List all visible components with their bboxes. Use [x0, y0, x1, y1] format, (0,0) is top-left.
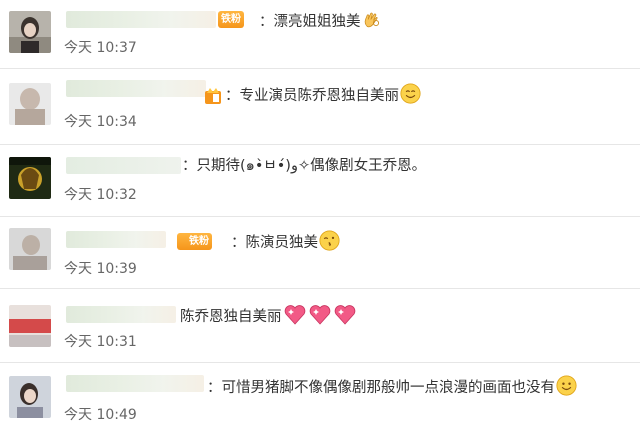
timestamp: 今天 10:37 [64, 40, 137, 56]
divider [0, 288, 640, 289]
heart-icon [334, 305, 355, 325]
avatar[interactable] [9, 83, 51, 125]
level-badge-icon [205, 88, 221, 104]
avatar[interactable] [9, 305, 51, 347]
timestamp: 今天 10:31 [64, 334, 137, 350]
avatar[interactable] [9, 157, 51, 199]
comment-text: ：只期待(๑•̀ㅂ•́)و✧偶像剧女王乔恩。 [182, 158, 427, 174]
heart-icon [309, 305, 330, 325]
hearts-emoji [284, 305, 305, 325]
divider [0, 144, 640, 145]
smile-emoji [400, 83, 421, 104]
comment-text: 陈乔恩独自美丽 [180, 303, 357, 327]
comment-text: ：专业演员陈乔恩独自美丽 [225, 83, 421, 106]
comment-text: ：可惜男猪脚不像偶像剧那般帅一点浪漫的画面也没有 [207, 375, 577, 398]
comment-text: ：陈演员独美 [231, 230, 340, 253]
username-blurred[interactable] [66, 375, 204, 392]
avatar-image [9, 83, 51, 125]
kiss-emoji [319, 230, 340, 251]
timestamp: 今天 10:32 [64, 187, 137, 203]
avatar[interactable] [9, 11, 51, 53]
divider [0, 216, 640, 217]
username-blurred[interactable] [66, 306, 176, 323]
fan-badge: 铁粉 [177, 233, 212, 250]
username-blurred[interactable] [66, 157, 181, 174]
timestamp: 今天 10:34 [64, 114, 137, 130]
fan-badge: 铁粉 [218, 11, 244, 28]
avatar-image [9, 157, 51, 199]
smile-emoji [556, 375, 577, 396]
avatar[interactable] [9, 376, 51, 418]
avatar-image [9, 305, 51, 347]
comment-list: 铁粉 ：漂亮姐姐独美 今天 10:37 ：专业演员陈乔恩独自美丽 今天 10:3… [0, 0, 640, 433]
divider [0, 362, 640, 363]
comment-text: ：漂亮姐姐独美 [259, 9, 383, 32]
avatar-image [9, 11, 51, 53]
timestamp: 今天 10:49 [64, 407, 137, 423]
avatar-image [9, 376, 51, 418]
username-blurred[interactable] [66, 80, 206, 97]
username-blurred[interactable] [66, 231, 166, 248]
ok-hand-emoji [364, 12, 379, 28]
username-blurred[interactable] [66, 11, 216, 28]
avatar[interactable] [9, 228, 51, 270]
timestamp: 今天 10:39 [64, 261, 137, 277]
divider [0, 68, 640, 69]
avatar-image [9, 228, 51, 270]
